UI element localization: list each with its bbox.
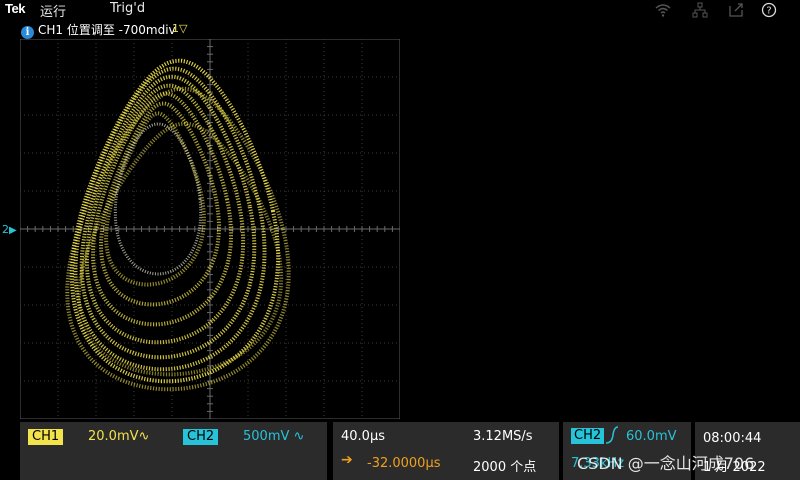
network-icon[interactable] <box>692 2 708 18</box>
notice-text: CH1 位置调至 -700mdiv <box>38 23 176 37</box>
ch2-marker-label: 2 <box>2 223 9 236</box>
export-icon[interactable] <box>728 2 744 18</box>
ch1-badge[interactable]: CH1 <box>28 429 64 445</box>
position-notice: i CH1 位置调至 -700mdiv <box>21 21 176 39</box>
trigger-level[interactable]: 60.0mV <box>626 429 677 444</box>
delay-arrow-icon: ➔ <box>341 452 353 468</box>
ch2-scale[interactable]: 500mV ∿ <box>243 429 304 444</box>
trigger-state: Trig'd <box>110 1 146 16</box>
horizontal-delay[interactable]: -32.0000μs <box>367 456 441 471</box>
ch2-ground-marker[interactable]: 2▶ <box>2 223 17 236</box>
info-icon: i <box>21 26 34 39</box>
record-length: 2000 个点 <box>473 460 537 475</box>
trigger-position-marker[interactable]: 1▽ <box>172 22 187 35</box>
help-icon[interactable]: ? <box>761 2 777 18</box>
run-state[interactable]: 运行 <box>40 1 66 20</box>
rising-edge-icon <box>605 426 619 444</box>
sample-rate: 3.12MS/s <box>473 429 533 444</box>
top-bar: Tek 运行 Trig'd ? <box>0 0 800 20</box>
trigger-source-badge[interactable]: CH2 <box>571 428 605 444</box>
svg-text:?: ? <box>766 6 771 17</box>
ch2-marker-arrow-icon: ▶ <box>9 225 17 236</box>
watermark: CSDN @一念山河成706 <box>577 454 755 473</box>
waveform-display[interactable] <box>20 39 400 419</box>
time-per-div[interactable]: 40.0μs <box>341 429 385 444</box>
ch2-badge[interactable]: CH2 <box>183 429 219 445</box>
clock-time: 08:00:44 <box>703 431 762 446</box>
ch1-scale[interactable]: 20.0mV∿ <box>88 429 149 444</box>
brand-logo: Tek <box>5 1 25 16</box>
wifi-icon[interactable] <box>655 2 671 18</box>
